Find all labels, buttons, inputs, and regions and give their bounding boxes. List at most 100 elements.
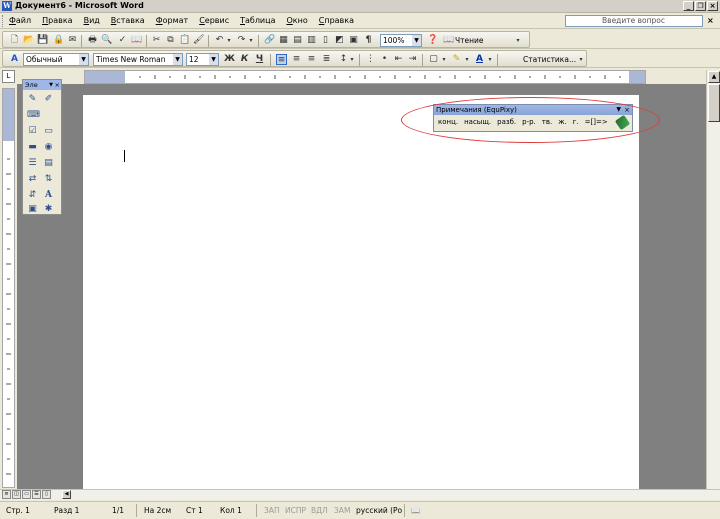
align-center-icon[interactable]: ≡ — [291, 54, 302, 65]
normal-view-icon[interactable]: ≡ — [2, 490, 11, 499]
vertical-ruler[interactable] — [2, 88, 15, 488]
view-code-icon[interactable]: ⌨ — [27, 110, 40, 121]
columns-icon[interactable]: ▯ — [320, 35, 331, 46]
style-select[interactable]: Обычный ▼ — [23, 53, 89, 66]
chevron-down-icon[interactable]: ▼ — [412, 35, 421, 46]
insert-excel-icon[interactable]: ▥ — [306, 35, 317, 46]
undo-icon[interactable]: ↶ — [214, 35, 225, 46]
read-mode-icon[interactable]: 📖 — [443, 35, 454, 46]
save-icon[interactable]: 💾 — [37, 35, 48, 46]
print-icon[interactable]: 🖶 — [87, 35, 98, 46]
permission-icon[interactable]: 🔒 — [53, 35, 64, 46]
scroll-left-button[interactable]: ◀ — [62, 490, 71, 499]
line-spacing-icon[interactable]: ↕ — [338, 54, 349, 65]
toolbar-options-icon[interactable]: ▾ — [578, 54, 584, 65]
italic-button[interactable]: К — [239, 54, 250, 65]
status-track-changes[interactable]: ИСПР — [285, 506, 306, 515]
menu-view[interactable]: Вид — [84, 16, 100, 25]
controls-toolbar-title[interactable]: Эле ▼ × — [23, 80, 61, 90]
open-folder-icon[interactable]: 📂 — [23, 35, 34, 46]
print-preview-icon[interactable]: 🔍 — [101, 35, 112, 46]
borders-icon[interactable]: ▢ — [428, 54, 439, 65]
word-count-button[interactable]: Статистика... — [523, 55, 576, 64]
drawing-icon[interactable]: ◩ — [334, 35, 345, 46]
menu-window[interactable]: Окно — [286, 16, 307, 25]
horizontal-scrollbar[interactable]: ≡ ◫ ▭ ☰ ▯ ◀ — [0, 489, 720, 500]
menu-table[interactable]: Таблица — [240, 16, 275, 25]
word-app-icon[interactable]: W — [2, 1, 12, 11]
menu-format[interactable]: Формат — [156, 16, 188, 25]
checkbox-icon[interactable]: ☑ — [27, 126, 38, 137]
bullets-icon[interactable]: • — [379, 54, 390, 65]
menu-tools[interactable]: Сервис — [199, 16, 229, 25]
spin-button-icon[interactable]: ⇅ — [43, 174, 54, 185]
spelling-status-icon[interactable]: 📖 — [411, 506, 420, 515]
document-map-icon[interactable]: ▣ — [348, 35, 359, 46]
toolbar-options-icon[interactable]: ▾ — [515, 35, 521, 46]
chevron-down-icon[interactable]: ▼ — [79, 54, 88, 65]
format-painter-icon[interactable]: 🖌 — [193, 35, 204, 46]
tab-selector[interactable]: L — [2, 70, 15, 83]
research-icon[interactable]: 📖 — [131, 35, 142, 46]
borders-dropdown-icon[interactable]: ▾ — [441, 54, 447, 65]
font-color-dropdown-icon[interactable]: ▾ — [487, 54, 493, 65]
redo-icon[interactable]: ↷ — [236, 35, 247, 46]
chevron-down-icon[interactable]: ▼ — [173, 54, 182, 65]
status-overtype[interactable]: ЗАМ — [334, 506, 350, 515]
vertical-scrollbar[interactable]: ▲ — [706, 70, 720, 489]
show-hide-icon[interactable]: ¶ — [363, 35, 374, 46]
minimize-button[interactable]: _ — [683, 1, 694, 11]
restore-button[interactable]: ❐ — [695, 1, 706, 11]
scrollbar-control-icon[interactable]: ⇵ — [27, 190, 38, 201]
ask-question-input[interactable]: Введите вопрос — [565, 15, 703, 27]
status-extend[interactable]: ВДЛ — [311, 506, 328, 515]
align-right-icon[interactable]: ≡ — [306, 54, 317, 65]
chevron-down-icon[interactable]: ▼ — [209, 54, 218, 65]
align-left-icon[interactable]: ≡ — [276, 54, 287, 65]
cut-icon[interactable]: ✂ — [151, 35, 162, 46]
reading-view-icon[interactable]: ▯ — [42, 490, 51, 499]
highlight-icon[interactable]: ✎ — [451, 54, 462, 65]
menu-help[interactable]: Справка — [319, 16, 354, 25]
textbox-icon[interactable]: ▭ — [43, 126, 54, 137]
print-layout-icon[interactable]: ▭ — [22, 490, 31, 499]
status-language[interactable]: русский (Ро — [356, 506, 402, 515]
option-button-icon[interactable]: ◉ — [43, 142, 54, 153]
undo-dropdown-icon[interactable]: ▾ — [226, 35, 232, 46]
menu-file[interactable]: Файл — [9, 16, 31, 25]
combobox-icon[interactable]: ▤ — [43, 158, 54, 169]
spelling-icon[interactable]: ✓ — [117, 35, 128, 46]
outline-view-icon[interactable]: ☰ — [32, 490, 41, 499]
increase-indent-icon[interactable]: ⇥ — [407, 54, 418, 65]
hyperlink-icon[interactable]: 🔗 — [264, 35, 275, 46]
document-page[interactable] — [83, 95, 639, 489]
more-controls-icon[interactable]: ✱ — [43, 204, 54, 215]
horizontal-ruler[interactable] — [84, 70, 646, 84]
command-button-icon[interactable]: ▬ — [27, 142, 38, 153]
status-record-macro[interactable]: ЗАП — [264, 506, 280, 515]
scroll-up-button[interactable]: ▲ — [708, 71, 720, 83]
design-mode-icon[interactable]: ✎ — [27, 94, 38, 105]
close-document-icon[interactable]: × — [707, 16, 714, 25]
label-control-icon[interactable]: A — [43, 190, 54, 201]
styles-formatting-icon[interactable]: A — [9, 54, 20, 65]
toggle-button-icon[interactable]: ⇄ — [27, 174, 38, 185]
font-select[interactable]: Times New Roman ▼ — [93, 53, 183, 66]
menu-edit[interactable]: Правка — [42, 16, 72, 25]
insert-table-icon[interactable]: ▤ — [292, 35, 303, 46]
scroll-thumb[interactable] — [708, 84, 720, 122]
read-mode-label[interactable]: Чтение — [455, 36, 484, 45]
menu-grip-handle[interactable] — [2, 15, 6, 27]
zoom-select[interactable]: 100% ▼ — [380, 34, 422, 47]
new-document-icon[interactable]: 🗋 — [9, 35, 20, 46]
properties-icon[interactable]: ✐ — [43, 94, 54, 105]
image-control-icon[interactable]: ▣ — [27, 204, 38, 215]
close-icon[interactable]: × — [55, 80, 60, 90]
tables-borders-icon[interactable]: ▦ — [278, 35, 289, 46]
line-spacing-dropdown-icon[interactable]: ▾ — [349, 54, 355, 65]
web-view-icon[interactable]: ◫ — [12, 490, 21, 499]
email-icon[interactable]: ✉ — [67, 35, 78, 46]
bold-button[interactable]: Ж — [224, 54, 235, 65]
menu-insert[interactable]: Вставка — [111, 16, 145, 25]
decrease-indent-icon[interactable]: ⇤ — [393, 54, 404, 65]
